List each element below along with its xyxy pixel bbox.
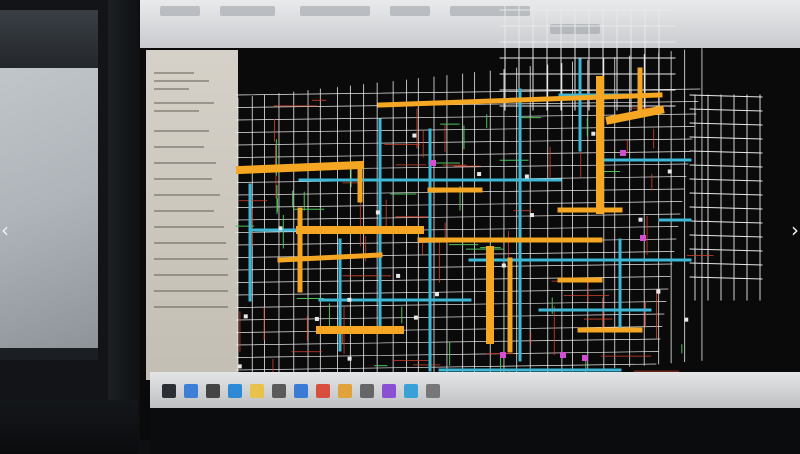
duct-line: [277, 252, 383, 263]
folder-icon[interactable]: [250, 384, 264, 398]
fitting-marker: [560, 352, 566, 358]
chevron-left-icon[interactable]: ‹: [0, 218, 13, 242]
equipment-marker: [684, 317, 689, 322]
grid-line: [235, 126, 695, 133]
equipment-marker: [434, 292, 439, 297]
monitor-bottom-bezel: [150, 408, 800, 454]
grid-line: [689, 164, 763, 168]
start-icon[interactable]: [162, 384, 176, 398]
fitting-marker: [620, 150, 626, 156]
photos-icon[interactable]: [404, 384, 418, 398]
duct-line: [235, 160, 365, 175]
grid-line: [689, 248, 763, 252]
equipment-marker: [524, 174, 529, 179]
equipment-marker: [501, 263, 506, 268]
grid-line: [689, 192, 763, 196]
fitting-marker: [500, 352, 506, 358]
equipment-marker: [314, 316, 319, 321]
store-icon[interactable]: [272, 384, 286, 398]
grid-line: [689, 276, 763, 280]
grid-line: [689, 94, 763, 98]
grid-line: [235, 301, 667, 308]
equipment-marker: [347, 297, 352, 302]
grid-line: [689, 206, 763, 210]
edge-icon[interactable]: [228, 384, 242, 398]
fitting-marker: [582, 355, 588, 361]
equipment-marker: [278, 226, 283, 231]
task-view-icon[interactable]: [206, 384, 220, 398]
grid-line: [235, 338, 661, 346]
chrome-icon[interactable]: [338, 384, 352, 398]
settings-icon[interactable]: [360, 384, 374, 398]
search-icon[interactable]: [184, 384, 198, 398]
equipment-marker: [656, 289, 661, 294]
equipment-marker: [412, 133, 417, 138]
app2-icon[interactable]: [426, 384, 440, 398]
duct-line: [605, 105, 665, 125]
mail-icon[interactable]: [294, 384, 308, 398]
chevron-right-icon[interactable]: ›: [787, 218, 800, 242]
equipment-marker: [347, 356, 352, 361]
equipment-marker: [375, 210, 380, 215]
grid-line: [689, 136, 763, 140]
equipment-marker: [243, 314, 248, 319]
fitting-marker: [430, 160, 436, 166]
grid-line: [689, 220, 763, 224]
fitting-marker: [640, 235, 646, 241]
equipment-marker: [237, 364, 242, 369]
equipment-marker: [396, 273, 401, 278]
grid-line: [689, 122, 763, 126]
grid-line: [689, 178, 763, 182]
equipment-marker: [413, 315, 418, 320]
equipment-marker: [591, 131, 596, 136]
grid-line: [689, 150, 763, 154]
cad-icon[interactable]: [316, 384, 330, 398]
equipment-marker: [638, 217, 643, 222]
equipment-marker: [529, 213, 534, 218]
grid-line: [235, 213, 681, 221]
app-icon[interactable]: [382, 384, 396, 398]
grid-line: [689, 234, 763, 238]
grid-line: [689, 262, 763, 266]
equipment-marker: [667, 169, 672, 174]
equipment-marker: [477, 172, 482, 177]
photo-scene: ‹ ›: [0, 0, 800, 454]
grid-line: [689, 108, 763, 112]
